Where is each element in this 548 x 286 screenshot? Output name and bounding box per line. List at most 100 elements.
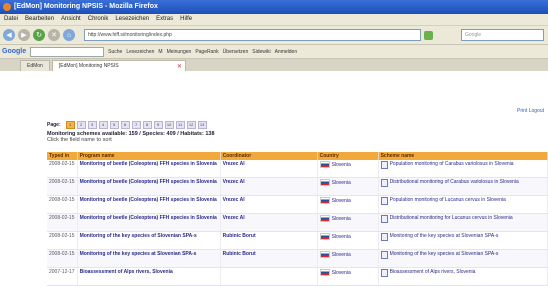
column-header-coordinator[interactable]: Coordinator bbox=[220, 152, 318, 160]
page-link[interactable]: 6 bbox=[120, 121, 130, 129]
google-pagerank-button[interactable]: PageRank bbox=[195, 49, 218, 55]
program-link[interactable]: Monitoring of beetle (Coleoptera) FFH sp… bbox=[77, 195, 221, 214]
google-opinions-button[interactable]: Meinungen bbox=[167, 49, 192, 55]
page-link[interactable]: 1 bbox=[65, 121, 75, 129]
coordinator-link[interactable] bbox=[220, 267, 318, 286]
column-header-program[interactable]: Program name bbox=[77, 152, 221, 160]
slovenia-flag-icon bbox=[319, 197, 330, 204]
menu-item-tools[interactable]: Extras bbox=[156, 14, 173, 25]
menu-item-history[interactable]: Chronik bbox=[88, 14, 109, 25]
print-logout-links[interactable]: Print Logout bbox=[517, 108, 544, 114]
navigation-toolbar: ◀ ▶ ↻ ✕ ⌂ http://www.hiff.si/monitoring/… bbox=[0, 26, 548, 45]
coordinator-link[interactable]: Rubinic Borut bbox=[220, 231, 318, 250]
document-icon bbox=[380, 179, 388, 187]
page-link[interactable]: 7 bbox=[131, 121, 141, 129]
coordinator-link[interactable]: Rubinic Borut bbox=[220, 249, 318, 268]
scheme-cell: Distributional monitoring for Lucanus ce… bbox=[378, 213, 548, 232]
tab-monitoring[interactable]: [EdMon] Monitoring NPSIS ✕ bbox=[51, 60, 186, 71]
page-link[interactable]: 10 bbox=[164, 121, 174, 129]
country-label[interactable]: Slovenia bbox=[332, 162, 351, 168]
country-cell: Slovenia bbox=[317, 160, 379, 178]
document-icon bbox=[380, 197, 388, 205]
search-input[interactable]: Google bbox=[461, 29, 544, 41]
coordinator-link[interactable]: Vrezec Al bbox=[220, 195, 318, 214]
google-search-button[interactable]: Suche bbox=[108, 49, 122, 55]
typed-in-cell: 2008-02-15 bbox=[47, 249, 78, 268]
page-link[interactable]: 2 bbox=[76, 121, 86, 129]
google-signin-button[interactable]: Anmelden bbox=[275, 49, 298, 55]
scheme-cell: Population monitoring of Lucanus cervus … bbox=[378, 195, 548, 214]
page-link[interactable]: 13 bbox=[197, 121, 207, 129]
google-bookmarks-button[interactable]: Lesezeichen bbox=[126, 49, 154, 55]
typed-in-cell: 2008-02-15 bbox=[47, 231, 78, 250]
page-link[interactable]: 8 bbox=[142, 121, 152, 129]
scheme-link[interactable]: Distributional monitoring of Carabus var… bbox=[390, 179, 519, 185]
menu-item-help[interactable]: Hilfe bbox=[180, 14, 192, 25]
tab-edmon[interactable]: EdMon bbox=[20, 60, 50, 71]
google-sidewiki-button[interactable]: Sidewiki bbox=[252, 49, 270, 55]
stop-icon[interactable]: ✕ bbox=[48, 29, 60, 41]
home-icon[interactable]: ⌂ bbox=[63, 29, 75, 41]
scheme-link[interactable]: Distributional monitoring for Lucanus ce… bbox=[390, 215, 513, 221]
document-icon bbox=[380, 161, 388, 169]
google-logo: Google bbox=[2, 48, 27, 55]
slovenia-flag-icon bbox=[319, 251, 330, 258]
program-link[interactable]: Monitoring of beetle (Coleoptera) FFH sp… bbox=[77, 160, 221, 178]
page-link[interactable]: 11 bbox=[175, 121, 185, 129]
country-cell: Slovenia bbox=[317, 267, 379, 286]
scheme-link[interactable]: Bioassessment of Alps rivers, Slovenia bbox=[390, 269, 476, 275]
google-mail-button[interactable]: M bbox=[158, 49, 162, 55]
country-label[interactable]: Slovenia bbox=[332, 234, 351, 240]
slovenia-flag-icon bbox=[319, 179, 330, 186]
program-link[interactable]: Bioassessment of Alps rivers, Slovenia bbox=[77, 267, 221, 286]
column-header-typed-in[interactable]: Typed in bbox=[47, 152, 78, 160]
document-icon bbox=[380, 215, 388, 223]
slovenia-flag-icon bbox=[319, 233, 330, 240]
address-bar[interactable]: http://www.hiff.si/monitoring/index.php bbox=[84, 29, 421, 41]
column-header-scheme[interactable]: Scheme name bbox=[378, 152, 548, 160]
forward-arrow-icon[interactable]: ▶ bbox=[18, 29, 30, 41]
program-link[interactable]: Monitoring of beetle (Coleoptera) FFH sp… bbox=[77, 213, 221, 232]
window-title: [EdMon] Monitoring NPSIS - Mozilla Firef… bbox=[14, 3, 158, 10]
typed-in-cell: 2008-02-15 bbox=[47, 213, 78, 232]
coordinator-link[interactable]: Vrezec Al bbox=[220, 160, 318, 178]
typed-in-cell: 2008-02-15 bbox=[47, 195, 78, 214]
page-link[interactable]: 9 bbox=[153, 121, 163, 129]
country-label[interactable]: Slovenia bbox=[332, 198, 351, 204]
scheme-link[interactable]: Population monitoring of Lucanus cervus … bbox=[390, 197, 506, 203]
program-link[interactable]: Monitoring of the key species of Sloveni… bbox=[77, 231, 221, 250]
back-arrow-icon[interactable]: ◀ bbox=[3, 29, 15, 41]
country-label[interactable]: Slovenia bbox=[332, 180, 351, 186]
google-translate-button[interactable]: Übersetzen bbox=[223, 49, 249, 55]
menu-item-view[interactable]: Ansicht bbox=[61, 14, 81, 25]
schemes-table: Typed in Program name Coordinator Countr… bbox=[47, 152, 548, 286]
program-link[interactable]: Monitoring of beetle (Coleoptera) FFH sp… bbox=[77, 177, 221, 196]
page-link[interactable]: 5 bbox=[109, 121, 119, 129]
country-cell: Slovenia bbox=[317, 177, 379, 196]
reload-icon[interactable]: ↻ bbox=[33, 29, 45, 41]
page-link[interactable]: 4 bbox=[98, 121, 108, 129]
go-icon[interactable] bbox=[424, 30, 433, 40]
coordinator-link[interactable]: Vrezec Al bbox=[220, 213, 318, 232]
column-header-country[interactable]: Country bbox=[317, 152, 379, 160]
program-link[interactable]: Monitoring of the key species at Sloveni… bbox=[77, 249, 221, 268]
summary-hint: Click the field name to sort bbox=[47, 137, 112, 143]
scheme-link[interactable]: Monitoring of the key species at Sloveni… bbox=[390, 251, 499, 257]
menu-item-edit[interactable]: Bearbeiten bbox=[25, 14, 54, 25]
table-row: 2008-02-15 Monitoring of beetle (Coleopt… bbox=[47, 195, 548, 214]
menu-item-file[interactable]: Datei bbox=[4, 14, 18, 25]
google-search-field[interactable] bbox=[30, 46, 105, 57]
coordinator-link[interactable]: Vrezec Al bbox=[220, 177, 318, 196]
country-label[interactable]: Slovenia bbox=[332, 252, 351, 258]
scheme-link[interactable]: Population monitoring of Carabus variolo… bbox=[390, 161, 514, 167]
menu-item-bookmarks[interactable]: Lesezeichen bbox=[115, 14, 149, 25]
scheme-link[interactable]: Monitoring of the key species at Sloveni… bbox=[390, 233, 499, 239]
country-label[interactable]: Slovenia bbox=[332, 270, 351, 276]
table-row: 2008-02-15 Monitoring of beetle (Coleopt… bbox=[47, 177, 548, 196]
tab-monitoring-label: [EdMon] Monitoring NPSIS bbox=[58, 63, 119, 69]
page-link[interactable]: 3 bbox=[87, 121, 97, 129]
country-label[interactable]: Slovenia bbox=[332, 216, 351, 222]
table-row: 2007-12-17 Bioassessment of Alps rivers,… bbox=[47, 267, 548, 286]
page-link[interactable]: 12 bbox=[186, 121, 196, 129]
table-row: 2008-02-15 Monitoring of the key species… bbox=[47, 231, 548, 250]
